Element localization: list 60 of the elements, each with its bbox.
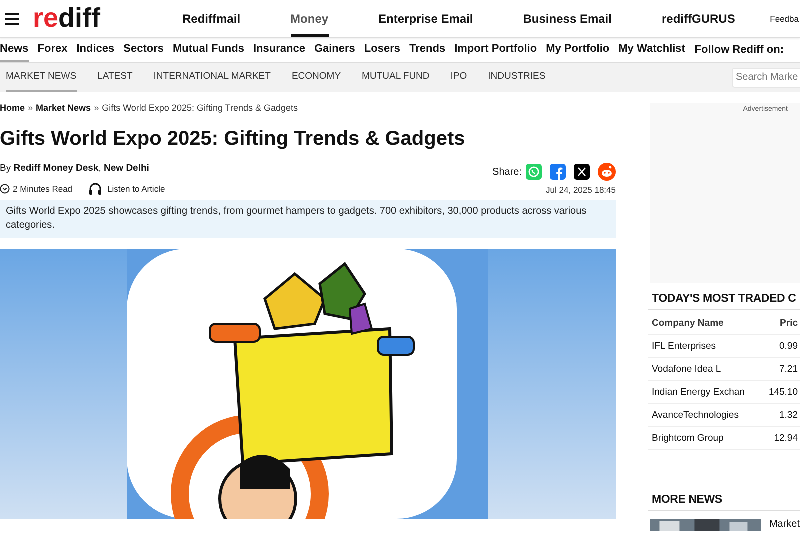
breadcrumb-link[interactable]: Home	[0, 103, 26, 113]
article-summary: Gifts World Expo 2025 showcases gifting trends, from gourmet hampers to gadgets. 700 exhibitors, 30,000 products across various categories.	[0, 200, 616, 238]
byline: By Rediff Money Desk, New Delhi	[0, 163, 150, 174]
section-tab[interactable]: Mutual Funds	[172, 38, 244, 62]
price-cell: 1.32	[780, 410, 798, 420]
company-link[interactable]: Vodafone Idea L	[652, 364, 722, 374]
sub-tab[interactable]: LATEST	[98, 64, 133, 92]
nav-link[interactable]: Rediffmail	[182, 0, 241, 37]
section-tab[interactable]: My Portfolio	[546, 38, 610, 62]
company-link[interactable]: Indian Energy Exchan	[652, 386, 745, 398]
section-tab[interactable]: Import Portfolio	[454, 38, 538, 62]
nav-link[interactable]: rediffGURUS	[662, 0, 736, 37]
sub-tab[interactable]: MARKET NEWS	[6, 64, 77, 92]
company-link[interactable]: Brightcom Group	[652, 432, 724, 444]
price-cell: 7.21	[780, 364, 798, 374]
section-tab[interactable]: Losers	[364, 38, 400, 62]
search-field[interactable]: Search Marke	[732, 68, 800, 88]
section-tab[interactable]: My Watchlist	[618, 38, 686, 62]
column-header: Company Name	[648, 312, 764, 334]
listen-link[interactable]: Listen to Article	[108, 184, 166, 194]
section-tab[interactable]: Gainers	[314, 38, 356, 62]
logo[interactable]: rediff	[33, 5, 101, 32]
follow-label: Follow Rediff on:	[694, 44, 785, 56]
reddit-icon[interactable]	[598, 163, 616, 181]
headphones-icon[interactable]	[88, 183, 102, 195]
breadcrumb-link[interactable]: Market News	[36, 103, 92, 113]
sub-tab[interactable]: ECONOMY	[292, 64, 342, 92]
x-icon[interactable]	[574, 164, 590, 180]
share-label: Share:	[492, 166, 522, 178]
nav-link[interactable]: Business Email	[523, 0, 612, 37]
menu-icon[interactable]	[5, 12, 19, 24]
section-tab[interactable]: Trends	[410, 38, 446, 62]
price-cell: 0.99	[780, 340, 798, 352]
read-time: 2 Minutes Read	[13, 184, 73, 194]
facebook-icon[interactable]	[550, 164, 566, 180]
clock-icon	[0, 184, 10, 194]
sub-tab[interactable]: INTERNATIONAL MARKET	[154, 64, 271, 92]
feedback-link[interactable]: Feedba	[770, 14, 800, 24]
news-link[interactable]: Market	[769, 519, 800, 530]
section-tab[interactable]: Forex	[38, 38, 68, 62]
company-link[interactable]: IFL Enterprises	[652, 340, 716, 352]
section-heading: TODAY'S MOST TRADED C	[648, 293, 800, 310]
nav-link[interactable]: Enterprise Email	[378, 0, 474, 37]
publish-date: Jul 24, 2025 18:45	[546, 185, 616, 195]
sub-tab[interactable]: INDUSTRIES	[488, 64, 546, 92]
price-cell: 12.94	[774, 432, 798, 444]
sub-tab[interactable]: MUTUAL FUND	[362, 64, 430, 92]
nav-link[interactable]: Money	[290, 0, 329, 37]
column-header: Pric	[763, 312, 800, 334]
section-tab[interactable]: Sectors	[124, 38, 164, 62]
section-tab[interactable]: Indices	[76, 38, 115, 62]
section-tab[interactable]: Insurance	[253, 38, 306, 62]
section-heading: MORE NEWS	[648, 494, 800, 511]
breadcrumb-current: Gifts World Expo 2025: Gifting Trends & Gadgets	[102, 103, 298, 113]
sub-tab[interactable]: IPO	[450, 64, 468, 92]
price-cell: 145.10	[768, 386, 798, 398]
company-link[interactable]: AvanceTechnologies	[652, 410, 739, 420]
breadcrumb-separator: »	[28, 103, 34, 113]
article-title: Gifts World Expo 2025: Gifting Trends & Gadgets	[0, 127, 466, 151]
breadcrumb-separator: »	[94, 103, 100, 113]
